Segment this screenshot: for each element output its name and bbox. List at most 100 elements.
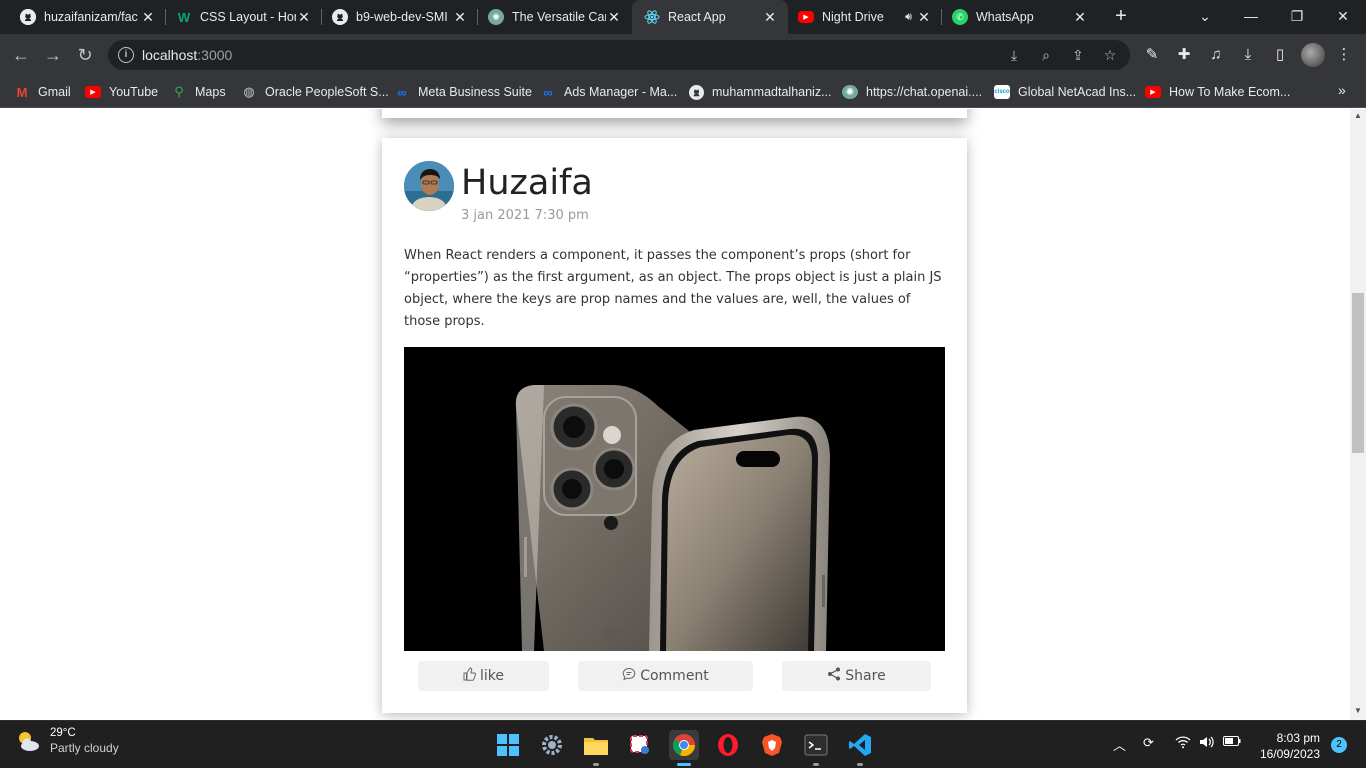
browser-toolbar: ← → ↻ i localhost:3000 ⤓ ⌕ ⇪ ☆ ✎ ✚ ♫ ⤓ ▯… (0, 34, 1366, 76)
reload-button[interactable]: ↻ (72, 42, 98, 68)
bookmark-gmail[interactable]: M Gmail (14, 82, 71, 102)
snipping-tool-icon[interactable] (625, 730, 655, 760)
post-body-text: When React renders a component, it passe… (404, 248, 942, 329)
speaker-icon[interactable]: 🔊︎ (905, 11, 912, 24)
wifi-icon[interactable] (1175, 735, 1191, 752)
partly-cloudy-icon (14, 727, 42, 755)
restore-button[interactable]: ❐ (1274, 0, 1320, 34)
tab-whatsapp[interactable]: ✆ WhatsApp ✕ (942, 0, 1098, 34)
scroll-down-icon[interactable]: ▼ (1350, 706, 1366, 715)
maps-icon: ⚲ (174, 84, 184, 99)
install-app-icon[interactable]: ⤓ (1004, 46, 1024, 64)
address-bar[interactable]: i localhost:3000 ⤓ ⌕ ⇪ ☆ (108, 40, 1130, 70)
tab-react-app[interactable]: React App ✕ (632, 0, 788, 34)
bookmark-ecommerce[interactable]: ▶ How To Make Ecom... (1145, 82, 1290, 102)
close-icon[interactable]: ✕ (606, 9, 622, 26)
bookmarks-bar: M Gmail ▶ YouTube ⚲ Maps ◍ Oracle People… (0, 76, 1366, 108)
downloads-icon[interactable]: ⤓ (1238, 45, 1258, 65)
close-icon[interactable]: ✕ (452, 9, 468, 26)
tab-title: huzaifanizam/fac (44, 10, 138, 24)
like-button[interactable]: like (418, 661, 549, 691)
tab-title: The Versatile Car (512, 10, 606, 24)
forward-button[interactable]: → (40, 42, 66, 68)
close-icon[interactable]: ✕ (1072, 9, 1088, 26)
post-image[interactable] (404, 347, 945, 651)
globe-icon: ◍ (243, 84, 255, 99)
tab-search-icon[interactable]: ⌄ (1182, 0, 1228, 34)
weather-temperature: 29°C (50, 727, 76, 739)
post-author-name[interactable]: Huzaifa (461, 163, 593, 203)
close-icon[interactable]: ✕ (916, 9, 932, 26)
scrollbar-thumb[interactable] (1352, 293, 1364, 453)
tab-css-layout[interactable]: W CSS Layout - Hor ✕ (166, 0, 322, 34)
comment-icon (622, 667, 636, 685)
start-button[interactable] (493, 730, 523, 760)
zoom-icon[interactable]: ⌕ (1036, 46, 1056, 64)
close-icon[interactable]: ✕ (140, 9, 156, 26)
bookmark-netacad[interactable]: cisco Global NetAcad Ins... (994, 82, 1136, 102)
pen-icon[interactable]: ✎ (1142, 45, 1162, 65)
profile-avatar[interactable] (1301, 43, 1325, 67)
tab-night-drive[interactable]: ▶ Night Drive 🔊︎ ✕ (788, 0, 942, 34)
bookmark-meta-business[interactable]: ∞ Meta Business Suite (394, 82, 532, 102)
media-control-icon[interactable]: ♫ (1206, 45, 1226, 65)
github-icon (688, 84, 704, 100)
show-hidden-icons[interactable]: ︿ (1113, 735, 1126, 754)
side-panel-icon[interactable]: ▯ (1270, 45, 1290, 65)
youtube-icon: ▶ (1145, 86, 1161, 98)
tab-github-b9[interactable]: b9-web-dev-SMI ✕ (322, 0, 478, 34)
brave-app-icon[interactable] (757, 730, 787, 760)
tab-chatgpt[interactable]: ✺ The Versatile Car ✕ (478, 0, 632, 34)
page-scrollbar[interactable]: ▲ ▼ (1350, 109, 1366, 720)
bookmark-maps[interactable]: ⚲ Maps (171, 82, 225, 102)
menu-icon[interactable]: ⋮ (1334, 45, 1354, 65)
extensions-icon[interactable]: ✚ (1174, 45, 1194, 65)
whatsapp-icon: ✆ (952, 9, 968, 25)
share-button[interactable]: Share (782, 661, 931, 691)
previous-post-card (382, 109, 967, 118)
like-label: like (479, 668, 504, 684)
notification-badge[interactable]: 2 (1331, 737, 1347, 753)
bookmark-oracle[interactable]: ◍ Oracle PeopleSoft S... (241, 82, 388, 102)
settings-app-icon[interactable] (537, 730, 567, 760)
github-icon (20, 9, 36, 25)
share-icon[interactable]: ⇪ (1068, 46, 1088, 64)
comment-button[interactable]: Comment (578, 661, 753, 691)
close-icon[interactable]: ✕ (296, 9, 312, 26)
chrome-app-icon[interactable] (669, 730, 699, 766)
close-icon[interactable]: ✕ (762, 9, 778, 26)
weather-widget[interactable]: 29°C Partly cloudy (14, 727, 119, 755)
tab-github-repo[interactable]: huzaifanizam/fac ✕ (0, 0, 166, 34)
site-info-icon[interactable]: i (118, 47, 134, 63)
volume-icon[interactable] (1199, 735, 1215, 752)
bookmark-chatgpt[interactable]: ✺ https://chat.openai.... (842, 82, 982, 102)
terminal-app-icon[interactable] (801, 730, 831, 766)
minimize-button[interactable]: — (1228, 0, 1274, 34)
cisco-icon: cisco (994, 85, 1010, 99)
url-text[interactable]: localhost:3000 (142, 47, 232, 63)
author-avatar[interactable] (404, 161, 454, 211)
new-tab-button[interactable]: + (1109, 4, 1133, 28)
more-bookmarks-icon[interactable]: » (1338, 82, 1346, 98)
file-explorer-icon[interactable] (581, 730, 611, 766)
bookmark-github-talha[interactable]: muhammadtalhaniz... (688, 82, 832, 102)
tab-title: CSS Layout - Hor (200, 10, 296, 24)
bookmark-youtube[interactable]: ▶ YouTube (85, 82, 158, 102)
comment-label: Comment (640, 668, 709, 684)
vscode-app-icon[interactable] (845, 730, 875, 766)
battery-icon[interactable] (1223, 735, 1241, 750)
youtube-icon: ▶ (798, 11, 814, 23)
bookmark-star-icon[interactable]: ☆ (1100, 46, 1120, 64)
thumbs-up-icon (463, 667, 477, 685)
bookmark-ads-manager[interactable]: ∞ Ads Manager - Ma... (540, 82, 677, 102)
tab-title: WhatsApp (976, 10, 1034, 24)
windows-taskbar: 29°C Partly cloudy ︿ ⟳ 8:03 pm 16/09/202… (0, 720, 1366, 768)
weather-condition: Partly cloudy (50, 741, 119, 755)
system-clock[interactable]: 8:03 pm 16/09/2023 (1252, 730, 1320, 762)
close-window-button[interactable]: ✕ (1320, 0, 1366, 34)
opera-app-icon[interactable] (713, 730, 743, 760)
sync-icon[interactable]: ⟳ (1143, 735, 1154, 751)
scroll-up-icon[interactable]: ▲ (1350, 111, 1366, 120)
back-button[interactable]: ← (8, 42, 34, 68)
github-icon (332, 9, 348, 25)
